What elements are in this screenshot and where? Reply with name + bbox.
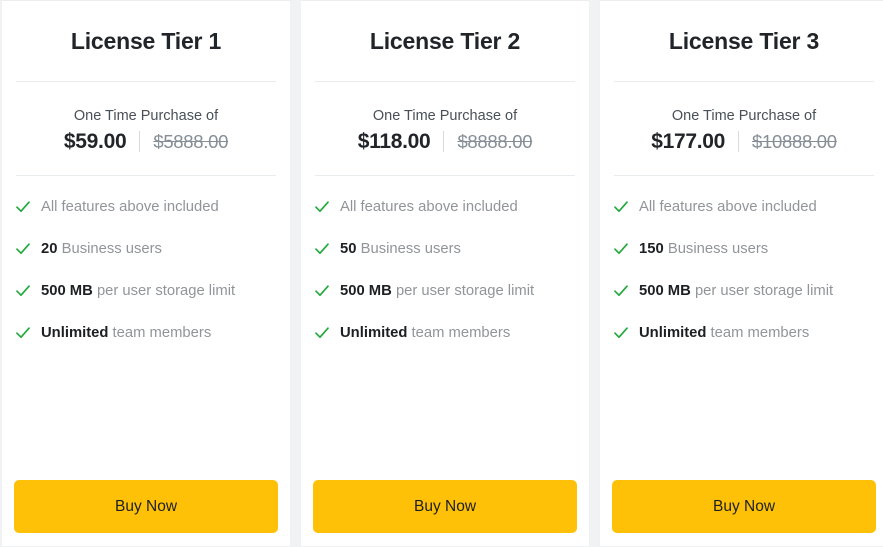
feature-text: All features above included <box>639 196 817 219</box>
check-icon <box>614 285 628 296</box>
feature-text: Unlimited team members <box>41 322 211 345</box>
price-block: One Time Purchase of $59.00 $5888.00 <box>2 82 290 175</box>
feature-label: per user storage limit <box>694 282 834 299</box>
card-title: License Tier 1 <box>70 28 222 54</box>
feature-label: Business users <box>360 240 461 257</box>
price-block: One Time Purchase of $177.00 $10888.00 <box>600 82 883 175</box>
card-spacer <box>2 364 290 480</box>
feature-value: 50 <box>340 240 357 257</box>
feature-item: 20 Business users <box>16 238 274 261</box>
feature-label: team members <box>710 324 810 341</box>
pricing-table: License Tier 1 One Time Purchase of $59.… <box>0 0 883 547</box>
check-icon <box>315 285 329 296</box>
feature-text: 50 Business users <box>340 238 461 261</box>
feature-label: Business users <box>667 240 769 257</box>
feature-text: 150 Business users <box>639 238 768 261</box>
feature-label: Business users <box>61 240 162 257</box>
feature-value: 150 <box>639 240 664 257</box>
feature-text: 500 MB per user storage limit <box>340 280 534 303</box>
cta-container: Buy Now <box>2 480 290 546</box>
feature-text: 500 MB per user storage limit <box>639 280 833 303</box>
feature-list: All features above included 50 Business u… <box>301 176 589 364</box>
cta-container: Buy Now <box>301 480 589 546</box>
current-price: $118.00 <box>357 129 431 153</box>
check-icon <box>614 326 628 338</box>
feature-label: All features above included <box>340 198 518 215</box>
feature-item: 500 MB per user storage limit <box>614 280 872 303</box>
feature-item: 500 MB per user storage limit <box>315 280 573 303</box>
feature-value: 20 <box>41 240 58 257</box>
buy-now-button-tier-3[interactable]: Buy Now <box>612 480 876 533</box>
buy-now-button-tier-2[interactable]: Buy Now <box>313 480 577 533</box>
pricing-card-tier-1: License Tier 1 One Time Purchase of $59.… <box>1 0 291 547</box>
price-caption: One Time Purchase of <box>372 108 518 124</box>
feature-value: Unlimited <box>41 324 109 341</box>
feature-value: Unlimited <box>639 324 707 341</box>
price-block: One Time Purchase of $118.00 $8888.00 <box>301 82 589 175</box>
feature-value: Unlimited <box>340 324 408 341</box>
buy-now-button-tier-1[interactable]: Buy Now <box>14 480 278 533</box>
feature-text: Unlimited team members <box>340 322 510 345</box>
current-price: $59.00 <box>63 129 127 153</box>
check-icon <box>16 326 30 338</box>
check-icon <box>315 326 329 338</box>
price-line: $177.00 $10888.00 <box>600 130 883 154</box>
price-separator <box>738 131 740 153</box>
feature-value: 500 MB <box>639 282 691 299</box>
feature-label: per user storage limit <box>395 282 535 299</box>
feature-text: All features above included <box>41 196 219 219</box>
feature-label: All features above included <box>41 198 219 215</box>
check-icon <box>16 201 30 212</box>
feature-item: All features above included <box>315 196 573 219</box>
price-separator <box>443 131 445 153</box>
check-icon <box>16 285 30 296</box>
feature-item: Unlimited team members <box>315 322 573 345</box>
pricing-card-tier-2: License Tier 2 One Time Purchase of $118… <box>300 0 590 547</box>
card-title: License Tier 2 <box>369 28 521 54</box>
feature-list: All features above included 20 Business u… <box>2 176 290 364</box>
pricing-card-tier-3: License Tier 3 One Time Purchase of $177… <box>599 0 883 547</box>
feature-item: 500 MB per user storage limit <box>16 280 274 303</box>
cta-container: Buy Now <box>600 480 883 546</box>
feature-text: 500 MB per user storage limit <box>41 280 235 303</box>
card-spacer <box>301 364 589 480</box>
feature-label: per user storage limit <box>96 282 236 299</box>
feature-text: Unlimited team members <box>639 322 809 345</box>
check-icon <box>614 201 628 212</box>
original-price: $10888.00 <box>752 130 837 152</box>
feature-item: All features above included <box>614 196 872 219</box>
check-icon <box>315 243 329 254</box>
check-icon <box>614 243 628 254</box>
feature-value: 500 MB <box>340 282 392 299</box>
check-icon <box>315 201 329 212</box>
card-title: License Tier 3 <box>668 28 820 54</box>
price-caption: One Time Purchase of <box>73 108 219 124</box>
price-separator <box>139 131 141 153</box>
feature-list: All features above included 150 Business … <box>600 176 883 364</box>
card-spacer <box>600 364 883 480</box>
feature-item: 150 Business users <box>614 238 872 261</box>
current-price: $177.00 <box>651 129 726 153</box>
price-caption: One Time Purchase of <box>671 108 817 124</box>
feature-label: team members <box>112 324 212 341</box>
check-icon <box>16 243 30 254</box>
feature-value: 500 MB <box>41 282 93 299</box>
original-price: $8888.00 <box>457 130 533 152</box>
feature-item: Unlimited team members <box>16 322 274 345</box>
feature-item: All features above included <box>16 196 274 219</box>
feature-text: All features above included <box>340 196 518 219</box>
price-line: $118.00 $8888.00 <box>301 130 589 154</box>
feature-label: team members <box>411 324 511 341</box>
feature-item: Unlimited team members <box>614 322 872 345</box>
feature-text: 20 Business users <box>41 238 162 261</box>
feature-item: 50 Business users <box>315 238 573 261</box>
original-price: $5888.00 <box>153 130 229 152</box>
price-line: $59.00 $5888.00 <box>2 130 290 154</box>
feature-label: All features above included <box>639 198 817 215</box>
